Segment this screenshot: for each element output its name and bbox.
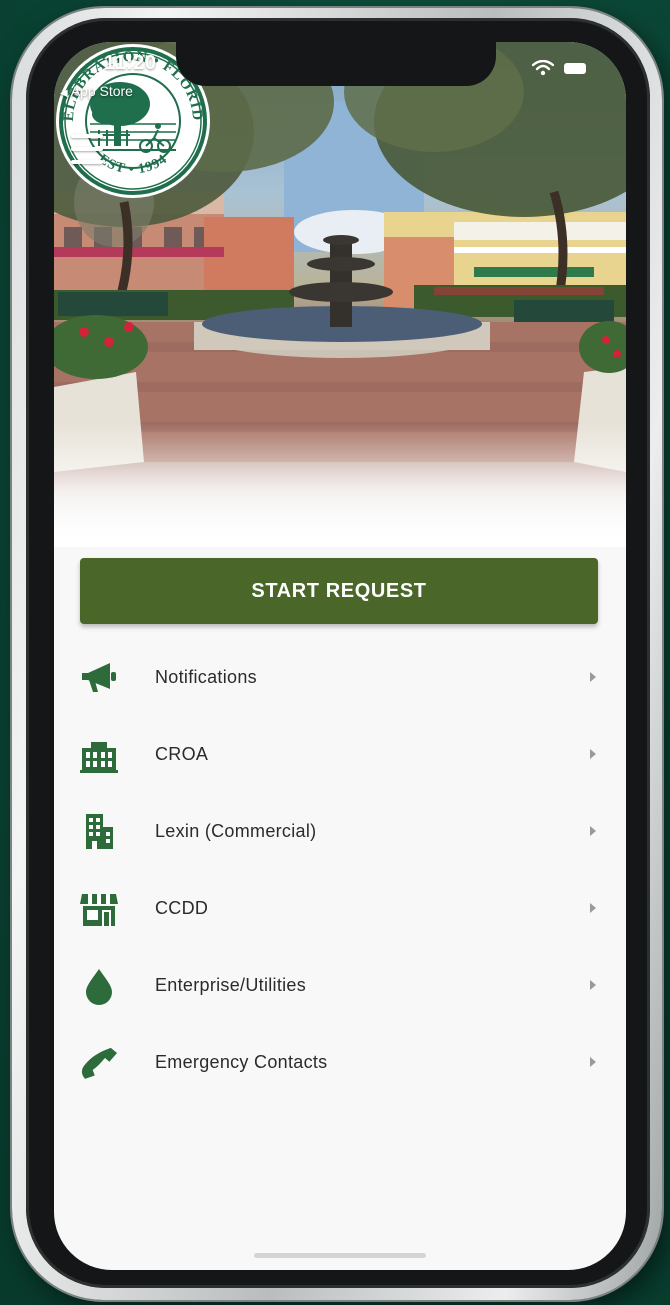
water-drop-icon: [80, 967, 118, 1005]
start-request-button[interactable]: START REQUEST: [80, 558, 598, 624]
device-notch: [176, 42, 496, 86]
menu-item-label: CCDD: [155, 898, 209, 918]
chevron-right-icon: [590, 980, 596, 990]
wifi-icon: [532, 60, 554, 76]
menu-item-croa[interactable]: CROA: [54, 716, 626, 793]
back-label: App Store: [70, 83, 133, 99]
menu-item-label: Lexin (Commercial): [155, 821, 317, 841]
hero-photo: CELEBRATION • FLORIDA EST • 1994: [54, 42, 626, 547]
phone-icon: [80, 1044, 118, 1082]
status-time: 11:20: [104, 52, 157, 74]
menu-item-label: Enterprise/Utilities: [155, 975, 307, 995]
menu-item-ccdd[interactable]: CCDD: [54, 870, 626, 947]
battery-icon: [564, 62, 586, 74]
menu-item-enterprise-utilities[interactable]: Enterprise/Utilities: [54, 947, 626, 1024]
chevron-right-icon: [590, 749, 596, 759]
app-screen: CELEBRATION • FLORIDA EST • 1994: [54, 42, 626, 1270]
main-menu-list: Notifications CROA Lexin (Commercial) CC…: [54, 639, 626, 1101]
back-triangle-icon: ◀: [60, 88, 68, 99]
chevron-right-icon: [590, 672, 596, 682]
home-indicator[interactable]: [254, 1253, 426, 1258]
hamburger-menu-icon[interactable]: [71, 134, 107, 164]
hero-fade-overlay: [54, 422, 626, 547]
menu-item-label: Emergency Contacts: [155, 1052, 328, 1072]
megaphone-icon: [80, 659, 118, 697]
chevron-right-icon: [590, 903, 596, 913]
menu-item-emergency-contacts[interactable]: Emergency Contacts: [54, 1024, 626, 1101]
chevron-right-icon: [590, 1057, 596, 1067]
menu-item-notifications[interactable]: Notifications: [54, 639, 626, 716]
town-hall-icon: [80, 736, 118, 774]
office-building-icon: [80, 813, 118, 851]
chevron-right-icon: [590, 826, 596, 836]
storefront-icon: [80, 890, 118, 928]
marketing-backdrop: CELEBRATION • FLORIDA EST • 1994: [0, 0, 670, 1305]
menu-item-label: Notifications: [155, 667, 257, 687]
back-to-app-store[interactable]: ◀ App Store: [60, 83, 133, 99]
menu-item-label: CROA: [155, 744, 209, 764]
status-icons: [532, 60, 586, 76]
menu-item-lexin-commercial[interactable]: Lexin (Commercial): [54, 793, 626, 870]
